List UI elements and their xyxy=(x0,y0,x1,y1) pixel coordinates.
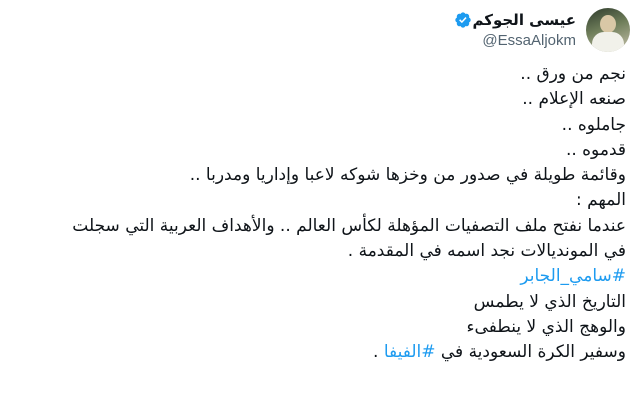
tweet-header: عيسى الجوكم @EssaAljokm xyxy=(450,6,630,54)
avatar[interactable] xyxy=(586,8,630,52)
verified-badge-icon xyxy=(455,11,472,28)
hashtag-link[interactable]: #الفيفا xyxy=(384,342,436,362)
tweet-line: جاملوه .. xyxy=(561,114,626,135)
tweet: عيسى الجوكم @EssaAljokm نجم من ورق .. صن… xyxy=(0,0,642,404)
tweet-line: نجم من ورق .. xyxy=(520,64,626,84)
author-info: عيسى الجوكم @EssaAljokm xyxy=(450,10,576,51)
tweet-line: قدموه .. xyxy=(565,139,626,160)
tweet-line: التاريخ الذي لا يطمس xyxy=(473,291,626,312)
name-row: عيسى الجوكم xyxy=(450,10,576,30)
tweet-line: صنعه الإعلام .. xyxy=(522,89,626,110)
user-handle[interactable]: @EssaAljokm xyxy=(482,31,576,51)
tweet-line: والوهج الذي لا ينطفىء xyxy=(466,316,626,337)
tweet-line: وقائمة طويلة في صدور من وخزها شوكه لاعبا… xyxy=(189,165,626,186)
tweet-line: في المونديالات نجد اسمه في المقدمة . xyxy=(347,241,626,262)
hashtag-link[interactable]: #سامي_الجابر xyxy=(520,266,626,286)
tweet-line: #سامي_الجابر xyxy=(12,264,626,289)
display-name[interactable]: عيسى الجوكم xyxy=(472,10,576,30)
tweet-line-text: وسفير الكرة السعودية في xyxy=(435,342,626,363)
tweet-line: وسفير الكرة السعودية في #الفيفا . xyxy=(12,340,626,365)
tweet-text: نجم من ورق .. صنعه الإعلام .. جاملوه .. … xyxy=(12,62,626,366)
tweet-line: المهم : xyxy=(575,190,626,211)
tweet-line: عندما نفتح ملف التصفيات المؤهلة لكأس الع… xyxy=(72,215,626,236)
tweet-line-end: . xyxy=(373,342,384,363)
